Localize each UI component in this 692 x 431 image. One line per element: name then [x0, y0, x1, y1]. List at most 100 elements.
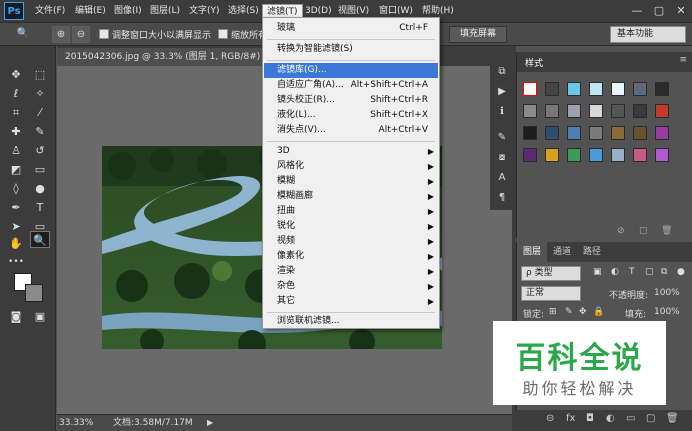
style-swatch[interactable] [523, 82, 537, 96]
menu-item-liquify[interactable]: 液化(L)... Shift+Ctrl+X [264, 108, 438, 123]
zoom-in-icon[interactable]: ⊕ [52, 26, 70, 43]
dodge-tool-icon[interactable]: ● [30, 180, 50, 197]
zoom-tool-active-icon[interactable]: 🔍 [30, 231, 50, 248]
menu-image[interactable]: 图像(I) [110, 4, 146, 19]
menu-item-browse-online[interactable]: 浏览联机滤镜... [264, 314, 438, 329]
menu-select[interactable]: 选择(S) [224, 4, 263, 19]
menu-item-render[interactable]: 渲染 ▶ [264, 264, 438, 279]
style-swatch[interactable] [589, 104, 603, 118]
tab-paths[interactable]: 路径 [577, 242, 607, 262]
style-swatch[interactable] [611, 82, 625, 96]
style-swatch[interactable] [633, 82, 647, 96]
style-swatch[interactable] [523, 148, 537, 162]
opacity-value[interactable]: 100% [654, 288, 680, 298]
menu-item-noise[interactable]: 杂色 ▶ [264, 279, 438, 294]
layer-style-icon[interactable]: fx [566, 413, 575, 424]
style-swatch[interactable] [545, 104, 559, 118]
zoom-tool-icon[interactable]: 🔍 [14, 26, 32, 43]
delete-layer-icon[interactable]: 🗑 [666, 413, 679, 424]
style-swatch[interactable] [589, 126, 603, 140]
style-swatch[interactable] [523, 104, 537, 118]
menu-edit[interactable]: 编辑(E) [71, 4, 110, 19]
new-group-icon[interactable]: ▭ [626, 413, 635, 424]
style-swatch[interactable] [567, 82, 581, 96]
menu-item-sharpen[interactable]: 锐化 ▶ [264, 219, 438, 234]
style-swatch[interactable] [589, 82, 603, 96]
document-tab[interactable]: 2015042306.jpg @ 33.3% (图层 1, RGB/8#) * … [57, 48, 293, 66]
menu-item-adaptive-wide-angle[interactable]: 自适应广角(A)... Alt+Shift+Ctrl+A [264, 78, 438, 93]
adjustment-layer-icon[interactable]: ◐ [606, 413, 615, 424]
clone-source-icon[interactable]: ⧇ [494, 150, 510, 166]
eyedropper-icon[interactable]: ⁄ [30, 104, 50, 121]
style-swatch[interactable] [545, 82, 559, 96]
menu-item-distort[interactable]: 扭曲 ▶ [264, 204, 438, 219]
more-tools-icon[interactable]: ••• [6, 254, 26, 271]
history-brush-icon[interactable]: ↺ [30, 142, 50, 159]
zoom-level[interactable]: 33.33% [59, 415, 93, 431]
style-swatch[interactable] [567, 148, 581, 162]
style-swatch[interactable] [611, 104, 625, 118]
hand-tool-icon[interactable]: ✋ [6, 235, 26, 252]
workspace-select[interactable]: 基本功能 [610, 26, 686, 43]
filter-shape-icon[interactable]: ▢ [645, 267, 654, 277]
filter-adjust-icon[interactable]: ◐ [611, 267, 619, 277]
stamp-tool-icon[interactable]: ♙ [6, 142, 26, 159]
info-panel-icon[interactable]: ℹ [494, 104, 510, 120]
menu-item-last-filter[interactable]: 玻璃 Ctrl+F [264, 21, 438, 36]
filter-image-icon[interactable]: ▣ [593, 267, 602, 277]
minimize-button[interactable]: — [626, 0, 648, 22]
style-swatch[interactable] [633, 126, 647, 140]
clear-style-icon[interactable]: ⊘ [617, 226, 625, 236]
menu-type[interactable]: 文字(Y) [185, 4, 224, 19]
style-swatch[interactable] [523, 126, 537, 140]
background-color-swatch[interactable] [25, 284, 43, 302]
menu-item-3d[interactable]: 3D ▶ [264, 144, 438, 159]
style-swatch[interactable] [611, 126, 625, 140]
tab-channels[interactable]: 通道 [547, 242, 577, 262]
status-menu-arrow-icon[interactable]: ▶ [207, 415, 213, 431]
character-panel-icon[interactable]: A [494, 170, 510, 186]
style-swatch[interactable] [633, 148, 647, 162]
menu-item-filter-gallery[interactable]: 滤镜库(G)... [264, 63, 438, 78]
filter-smart-icon[interactable]: ⧉ [661, 267, 667, 277]
pen-tool-icon[interactable]: ✒ [6, 199, 26, 216]
gradient-tool-icon[interactable]: ▭ [30, 161, 50, 178]
style-swatch[interactable] [655, 126, 669, 140]
resize-window-checkbox[interactable] [99, 29, 109, 39]
style-swatch[interactable] [655, 148, 669, 162]
new-style-icon[interactable]: ▢ [639, 226, 648, 236]
delete-style-icon[interactable]: 🗑 [661, 226, 672, 236]
filter-toggle-icon[interactable]: ● [677, 267, 685, 277]
layer-kind-filter[interactable]: ρ 类型 [521, 266, 581, 281]
menu-item-pixelate[interactable]: 像素化 ▶ [264, 249, 438, 264]
style-swatch[interactable] [545, 126, 559, 140]
style-swatch[interactable] [655, 104, 669, 118]
style-swatch[interactable] [567, 104, 581, 118]
close-button[interactable]: ✕ [670, 0, 692, 22]
lock-position-icon[interactable]: ✥ [579, 307, 587, 317]
filter-type-icon[interactable]: T [629, 267, 635, 277]
menu-item-lens-correction[interactable]: 镜头校正(R)... Shift+Ctrl+R [264, 93, 438, 108]
menu-item-vanishing-point[interactable]: 消失点(V)... Alt+Ctrl+V [264, 123, 438, 138]
actions-play-icon[interactable]: ▶ [494, 84, 510, 100]
brush-panel-icon[interactable]: ✎ [494, 130, 510, 146]
styles-tab[interactable]: 样式 [525, 56, 543, 69]
fill-screen-button[interactable]: 填充屏幕 [449, 26, 508, 43]
blur-tool-icon[interactable]: ◊ [6, 180, 26, 197]
panel-menu-icon[interactable]: ≡ [679, 55, 687, 65]
marquee-tool-icon[interactable]: ⬚ [30, 66, 50, 83]
screen-mode-icon[interactable]: ▣ [30, 308, 50, 325]
crop-tool-icon[interactable]: ⌗ [6, 104, 26, 121]
menu-item-other[interactable]: 其它 ▶ [264, 294, 438, 309]
menu-item-blur[interactable]: 模糊 ▶ [264, 174, 438, 189]
path-select-icon[interactable]: ➤ [6, 218, 26, 235]
healing-brush-icon[interactable]: ✚ [6, 123, 26, 140]
zoom-all-checkbox[interactable] [218, 29, 228, 39]
zoom-out-icon[interactable]: ⊖ [72, 26, 90, 43]
menu-item-video[interactable]: 视频 ▶ [264, 234, 438, 249]
maximize-button[interactable]: ▢ [648, 0, 670, 22]
blend-mode-select[interactable]: 正常 [521, 286, 581, 301]
paragraph-panel-icon[interactable]: ¶ [494, 190, 510, 206]
history-panel-icon[interactable]: ⧉ [494, 64, 510, 80]
magic-wand-icon[interactable]: ✧ [30, 85, 50, 102]
